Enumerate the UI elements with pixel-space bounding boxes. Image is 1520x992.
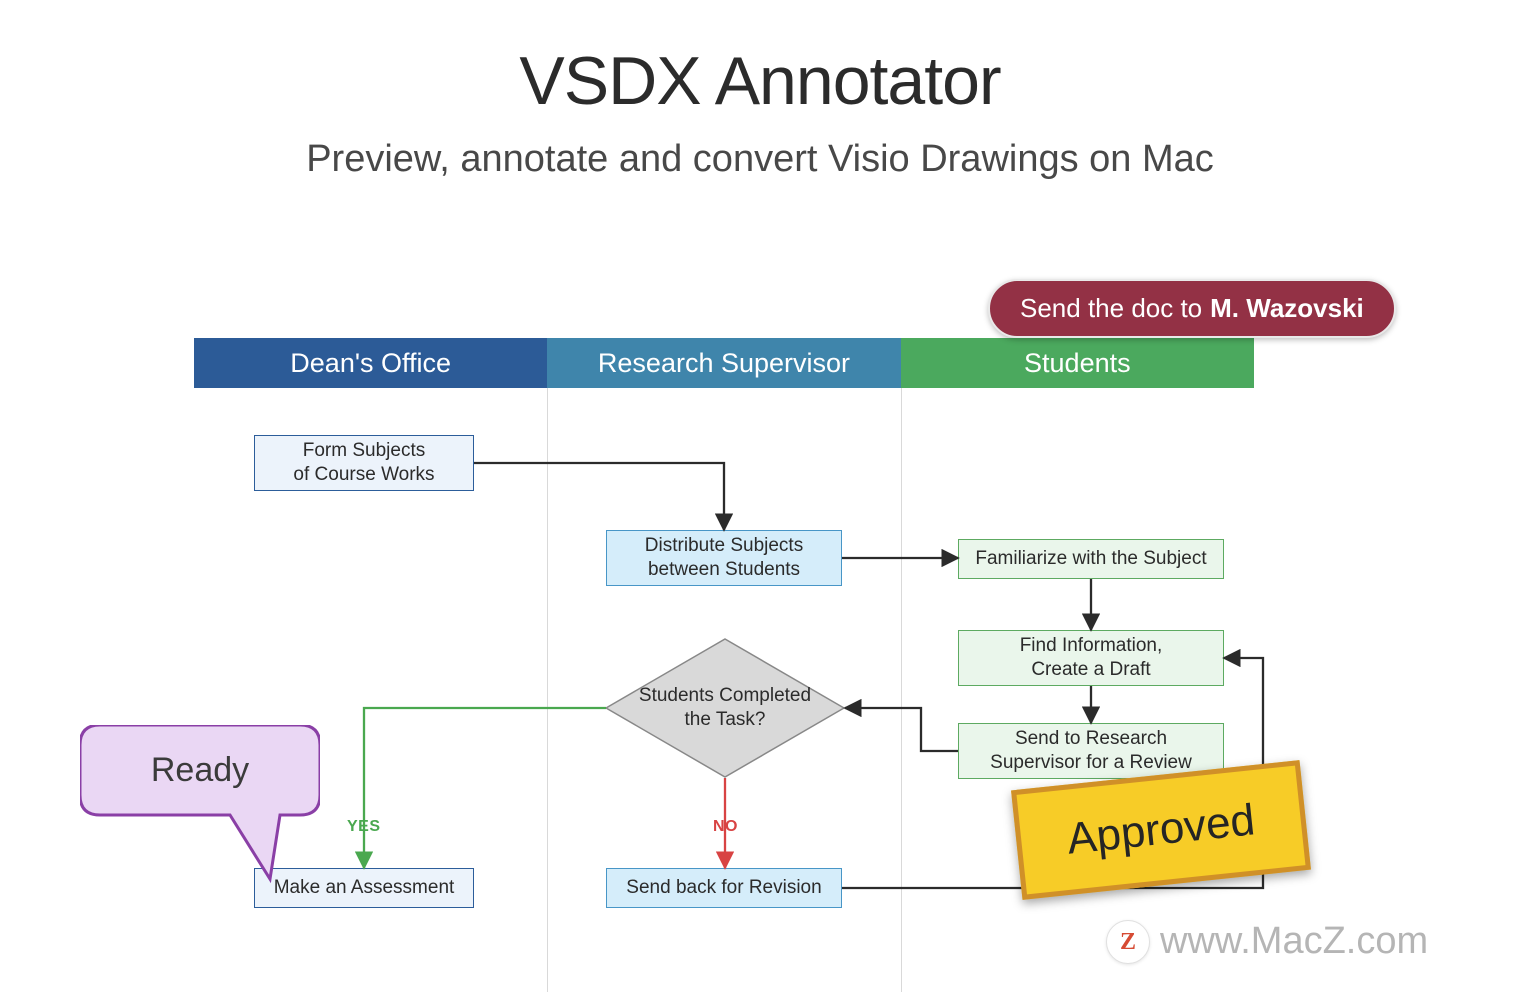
- annotation-send-doc-pill: Send the doc to M. Wazovski: [988, 279, 1396, 338]
- annotation-sticky-text: Approved: [1065, 795, 1258, 864]
- annotation-ready-speech-bubble: Ready: [80, 725, 320, 885]
- annotation-pill-name: M. Wazovski: [1210, 293, 1364, 324]
- edge-label-yes: YES: [347, 818, 381, 836]
- annotation-pill-text: Send the doc to: [1020, 293, 1202, 324]
- edge-label-no: NO: [713, 818, 738, 836]
- watermark-url-text: www.MacZ.com: [1160, 920, 1428, 963]
- annotation-speech-text: Ready: [151, 751, 249, 790]
- watermark-logo-icon: Z: [1106, 920, 1150, 964]
- watermark-logo-letter: Z: [1120, 929, 1136, 956]
